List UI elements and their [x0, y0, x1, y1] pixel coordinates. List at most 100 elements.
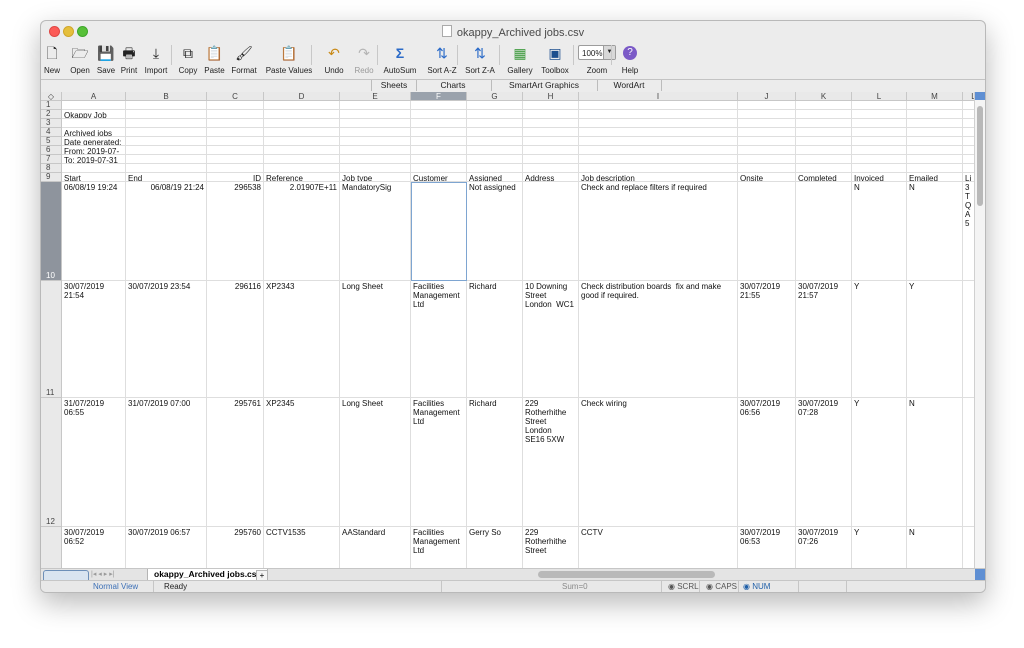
table-cell[interactable]: 30/07/2019 06:56 [740, 399, 793, 526]
table-cell[interactable]: Okappy Job Management (www.okappy.com) [64, 111, 123, 118]
table-cell[interactable]: Y [909, 282, 960, 397]
format-button[interactable]: 🖌 Format [229, 41, 259, 79]
column-header-f[interactable]: F [411, 92, 467, 101]
close-window-button[interactable] [49, 26, 60, 37]
table-cell[interactable]: 229 Rotherhithe Street London SE16 5XW [525, 399, 576, 526]
sort-z-a-button[interactable]: ⇅ Sort Z-A [461, 41, 499, 79]
table-cell[interactable]: 30/07/2019 06:53 [740, 528, 793, 568]
save-button[interactable]: 💾 Save [95, 41, 117, 79]
sort-a-z-button[interactable]: ⇅ Sort A-Z [423, 41, 461, 79]
column-header-d[interactable]: D [264, 92, 340, 101]
ribbon-tab-sheets[interactable]: Sheets [371, 80, 417, 91]
table-cell[interactable]: Assigned [469, 174, 520, 181]
table-cell[interactable]: N [909, 183, 960, 280]
row-header[interactable]: 12 [41, 398, 62, 527]
import-button[interactable]: ⤓ Import [141, 41, 171, 79]
table-cell[interactable]: 30/07/2019 21:54 [64, 282, 123, 397]
horizontal-scroll-thumb[interactable] [538, 571, 715, 578]
row-header[interactable]: 9 [41, 172, 62, 182]
column-header-c[interactable]: C [207, 92, 264, 101]
table-cell[interactable]: CCTV [581, 528, 735, 568]
table-cell[interactable]: Customer [413, 174, 464, 181]
paste-values-button[interactable]: 📋 Paste Values [260, 41, 318, 79]
row-header[interactable]: 10 [41, 182, 62, 281]
table-cell[interactable]: 31/07/2019 06:55 [64, 399, 123, 526]
table-cell[interactable]: Reference [266, 174, 337, 181]
column-header-m[interactable]: M [907, 92, 963, 101]
table-cell[interactable]: CCTV1535 [266, 528, 337, 568]
table-cell[interactable]: N [909, 528, 960, 568]
select-all-corner[interactable]: ◇ [41, 92, 62, 101]
table-cell[interactable]: Completed [798, 174, 849, 181]
normal-view-label[interactable]: Normal View [93, 581, 138, 592]
row-header[interactable]: 1 [41, 100, 62, 110]
table-cell[interactable]: Date generated: 10/08/2019 [64, 138, 123, 145]
print-button[interactable]: 🖶 Print [117, 41, 141, 79]
table-cell[interactable]: 30/07/2019 21:55 [740, 282, 793, 397]
table-cell[interactable]: Onsite [740, 174, 793, 181]
row-header[interactable]: 3 [41, 118, 62, 128]
column-header-g[interactable]: G [467, 92, 523, 101]
ribbon-tab-smartart-graphics[interactable]: SmartArt Graphics [491, 80, 598, 91]
zoom-button[interactable]: 100% ▼ Zoom [578, 41, 616, 79]
table-cell[interactable]: MandatorySig [342, 183, 408, 280]
table-cell[interactable]: N [854, 183, 904, 280]
table-cell[interactable]: Check distribution boards fix and make g… [581, 282, 735, 397]
table-cell[interactable]: Archived jobs report [64, 129, 123, 136]
table-cell[interactable]: Check wiring [581, 399, 735, 526]
row-header[interactable]: 2 [41, 109, 62, 119]
table-cell[interactable]: 30/07/2019 07:26 [798, 528, 849, 568]
copy-button[interactable]: ⧉ Copy [176, 41, 200, 79]
table-cell[interactable]: 30/07/2019 06:52 [64, 528, 123, 568]
table-cell[interactable]: Y [854, 528, 904, 568]
row-header[interactable]: 11 [41, 281, 62, 398]
table-cell[interactable]: 2.01907E+11 [266, 183, 337, 280]
table-cell[interactable]: 296538 [209, 183, 261, 280]
table-cell[interactable]: Start [64, 174, 123, 181]
row-header[interactable]: 6 [41, 145, 62, 155]
gallery-button[interactable]: ▦ Gallery [505, 41, 535, 79]
help-button[interactable]: ? Help [618, 41, 642, 79]
split-view-handle[interactable] [975, 92, 985, 100]
table-cell[interactable]: 30/07/2019 06:57 [128, 528, 204, 568]
table-cell[interactable]: Facilities Management Ltd [413, 399, 464, 526]
minimize-window-button[interactable] [63, 26, 74, 37]
table-cell[interactable]: Y [854, 282, 904, 397]
table-cell[interactable]: Emailed [909, 174, 960, 181]
table-cell[interactable]: Richard [469, 282, 520, 397]
row-header[interactable]: 4 [41, 127, 62, 137]
table-cell[interactable]: 229 Rotherhithe Street [525, 528, 576, 568]
table-cell[interactable]: 295760 [209, 528, 261, 568]
table-cell[interactable]: XP2343 [266, 282, 337, 397]
column-header-h[interactable]: H [523, 92, 579, 101]
table-cell[interactable]: 31/07/2019 07:00 [128, 399, 204, 526]
zoom-window-button[interactable] [77, 26, 88, 37]
column-header-l[interactable]: L [852, 92, 907, 101]
row-header[interactable]: 8 [41, 163, 62, 173]
toolbox-button[interactable]: ▣ Toolbox [537, 41, 573, 79]
table-cell[interactable]: 296116 [209, 282, 261, 397]
column-header-k[interactable]: K [796, 92, 852, 101]
table-cell[interactable]: Long Sheet [342, 399, 408, 526]
ribbon-tab-charts[interactable]: Charts [415, 80, 492, 91]
table-cell[interactable]: Check and replace filters if required [581, 183, 735, 280]
column-header-b[interactable]: B [126, 92, 207, 101]
table-cell[interactable]: Y [854, 399, 904, 526]
table-cell[interactable]: Job type [342, 174, 408, 181]
undo-button[interactable]: ↶ Undo [321, 41, 347, 79]
open-button[interactable]: 🗁 Open [68, 41, 92, 79]
vertical-scrollbar[interactable] [974, 92, 985, 568]
row-header[interactable]: 7 [41, 154, 62, 164]
paste-button[interactable]: 📋 Paste [202, 41, 227, 79]
table-cell[interactable]: 06/08/19 19:24 [64, 183, 123, 280]
table-cell[interactable]: Facilities Management Ltd [413, 282, 464, 397]
table-cell[interactable]: ID [209, 174, 261, 181]
table-cell[interactable]: 30/07/2019 21:57 [798, 282, 849, 397]
chevron-down-icon[interactable]: ▼ [603, 46, 615, 59]
table-cell[interactable]: 30/07/2019 07:28 [798, 399, 849, 526]
table-cell[interactable]: Long Sheet [342, 282, 408, 397]
redo-button[interactable]: ↷ Redo [351, 41, 377, 79]
table-cell[interactable]: Facilities Management Ltd [413, 528, 464, 568]
table-cell[interactable]: 30/07/2019 23:54 [128, 282, 204, 397]
row-header[interactable] [41, 527, 62, 568]
